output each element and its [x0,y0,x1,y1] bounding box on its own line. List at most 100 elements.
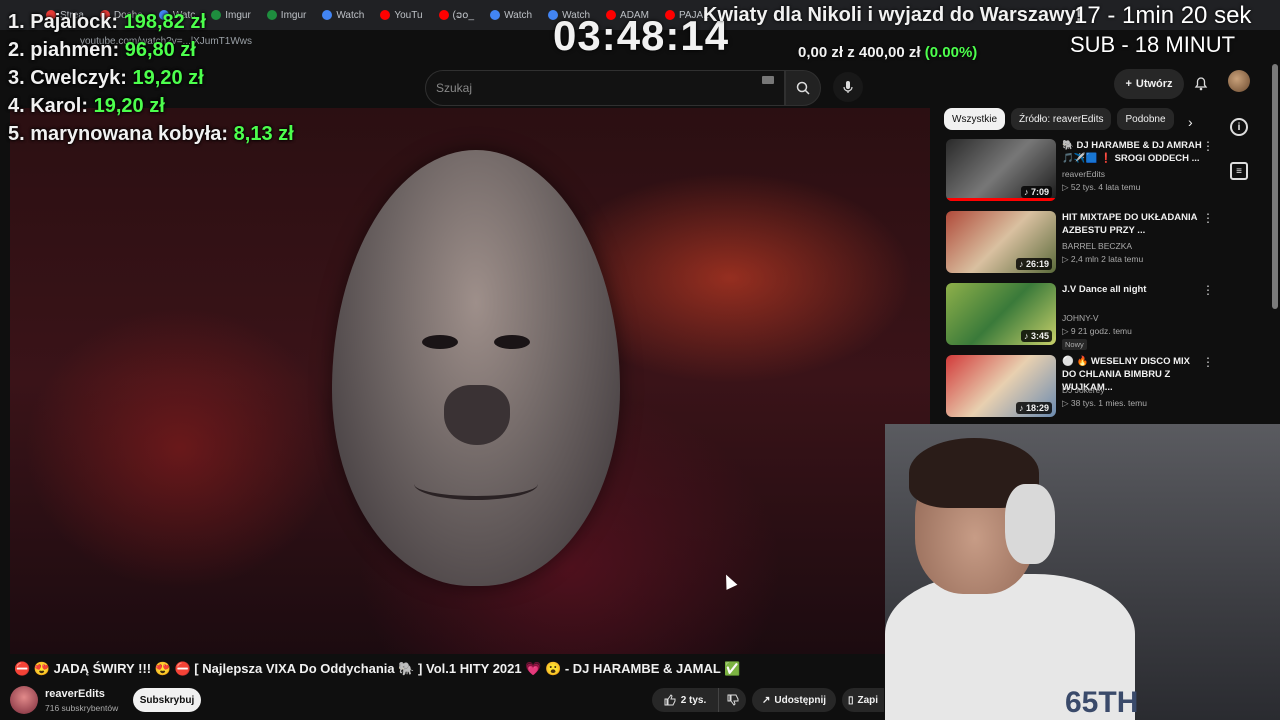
recommendation-channel[interactable]: BARREL BECZKA [1062,241,1132,251]
webcam-feed: 65TH [885,424,1280,720]
donor-amount: 198,82 zł [123,11,206,33]
donor-name: 1. Pajalock: [8,11,119,33]
mic-icon [843,81,853,93]
video-player[interactable] [10,108,930,654]
share-label: Udostępnij [774,694,827,706]
save-label: Zapi [857,694,879,706]
tab-label: YouTu [394,9,423,21]
more-vert-icon[interactable]: ⋮ [1202,355,1214,369]
like-count: 2 tys. [680,694,707,706]
donor-name: 5. marynowana kobyła: [8,123,229,145]
recommendation-meta: ▷ 9 21 godz. temu [1062,326,1132,336]
more-vert-icon[interactable]: ⋮ [1202,283,1214,297]
search-icon [796,81,810,95]
browser-tab[interactable]: YouTu [374,4,428,26]
video-duration: ♪ 3:45 [1020,330,1052,342]
dislike-button[interactable] [718,688,746,712]
video-duration: ♪ 7:09 [1020,186,1052,198]
recommendation-item[interactable]: ♪ 3:45 J.V Dance all night JOHNY-V ▷ 9 21 g… [946,283,1216,350]
create-label: Utwórz [1135,78,1173,90]
recommendation-channel[interactable]: JOHNY-V [1062,313,1099,323]
plus-icon: + [1125,78,1132,90]
recommendation-item[interactable]: ♪ 7:09 🐘 DJ HARAMBE & DJ AMRAH 🎵✈️🟦 ❗ SRO… [946,139,1216,205]
info-icon[interactable]: i [1230,118,1248,136]
search-button[interactable] [785,70,821,106]
sub-timer: SUB - 18 MINUT [1070,32,1236,57]
recommendation-channel[interactable]: reaverEdits [1062,169,1105,179]
tab-favicon-icon [438,10,449,20]
gorilla-nose [444,385,510,445]
subscribe-button[interactable]: Subskrybuj [133,688,201,712]
filter-chip[interactable]: Źródło: reaverEdits [1011,108,1112,130]
donor-name: 2. piahmen: [8,39,120,61]
more-vert-icon[interactable]: ⋮ [1202,139,1214,153]
thumbs-down-icon [727,694,738,706]
tab-label: (ວ໐_ [452,9,475,21]
recommendation-item[interactable]: ♪ 18:29 ⚪ 🔥 WESELNY DISCO MIX DO CHLANIA … [946,355,1216,421]
donation-leaderboard: 1. Pajalock: 198,82 zł 2. piahmen: 96,80 … [8,8,294,148]
recommendation-thumbnail[interactable]: ♪ 3:45 [946,283,1056,345]
leaderboard-row: 2. piahmen: 96,80 zł [8,36,294,64]
new-badge: Nowy [1062,339,1087,350]
donor-amount: 8,13 zł [233,123,294,145]
donor-amount: 19,20 zł [132,67,204,89]
scrollbar[interactable] [1272,64,1278,309]
recommendation-meta: ▷ 38 tys. 1 mies. temu [1062,398,1147,408]
donor-name: 3. Cwelczyk: [8,67,127,89]
watch-progress-bar [946,198,1056,201]
more-vert-icon[interactable]: ⋮ [1202,211,1214,225]
recommendation-meta: ▷ 52 tys. 4 lata temu [1062,182,1141,192]
voice-search-button[interactable] [833,72,863,102]
tab-favicon-icon [322,10,333,20]
leaderboard-row: 1. Pajalock: 198,82 zł [8,8,294,36]
bell-icon [1194,77,1208,91]
goal-amount: 0,00 zł z 400,00 zł [798,44,921,61]
keyboard-icon[interactable] [762,76,774,84]
share-button[interactable]: ↗ Udostępnij [752,688,836,712]
browser-tab[interactable]: Watch [484,4,538,26]
channel-name[interactable]: reaverEdits [45,688,105,700]
thumbs-up-icon [664,694,676,706]
notifications-button[interactable] [1190,72,1212,94]
goal-percent: (0.00%) [924,44,978,61]
recommendation-meta: ▷ 2,4 mln 2 lata temu [1062,254,1144,264]
video-title: ⛔ 😍 JADĄ ŚWIRY !!! 😍 ⛔ [ Najlepsza VIXA … [14,661,741,676]
recommendation-thumbnail[interactable]: ♪ 7:09 [946,139,1056,201]
like-button[interactable]: 2 tys. [652,688,718,712]
subscriber-count: 716 subskrybentów [45,703,119,713]
filter-chip[interactable]: Wszystkie [944,108,1005,130]
search-input[interactable]: Szukaj [425,70,785,106]
recommendation-item[interactable]: ♪ 26:19 HIT MIXTAPE DO UKŁADANIA AZBESTU … [946,211,1216,277]
video-duration: ♪ 26:19 [1015,258,1052,270]
countdown-ticker: 17 - 1min 20 sek [1074,2,1252,29]
recommendation-title[interactable]: 🐘 DJ HARAMBE & DJ AMRAH 🎵✈️🟦 ❗ SROGI ODD… [1062,139,1202,165]
browser-tab[interactable]: Watch [316,4,370,26]
donation-goal: 0,00 zł z 400,00 zł (0.00%) [798,44,977,61]
chat-icon[interactable]: ≡ [1230,162,1248,180]
goal-ticker: Kwiaty dla Nikoli i wyjazd do Warszawy! [703,4,1083,26]
recommendation-channel[interactable]: DJ Jokerey [1062,385,1105,395]
shirt-print: 65TH [1065,686,1139,719]
recommendation-title[interactable]: J.V Dance all night [1062,283,1202,296]
chevron-right-icon[interactable]: › [1188,114,1193,130]
leaderboard-row: 5. marynowana kobyła: 8,13 zł [8,120,294,148]
headset [1005,484,1055,564]
tab-label: Watch [336,9,365,21]
donor-amount: 96,80 zł [124,39,196,61]
tab-favicon-icon [380,10,391,20]
recommendation-thumbnail[interactable]: ♪ 18:29 [946,355,1056,417]
tab-label: Watch [504,9,533,21]
recommendation-thumbnail[interactable]: ♪ 26:19 [946,211,1056,273]
recommendation-title[interactable]: HIT MIXTAPE DO UKŁADANIA AZBESTU PRZY ..… [1062,211,1202,237]
filter-chips: Wszystkie Źródło: reaverEdits Podobne [944,108,1174,130]
gorilla-right-eye [494,335,530,349]
video-duration: ♪ 18:29 [1015,402,1052,414]
channel-avatar[interactable] [10,686,38,714]
donor-name: 4. Karol: [8,95,89,117]
save-button[interactable]: ▯ Zapi [842,688,884,712]
create-button[interactable]: + Utwórz [1114,69,1184,99]
filter-chip[interactable]: Podobne [1117,108,1174,130]
browser-tab[interactable]: (ວ໐_ [433,4,481,26]
account-avatar[interactable] [1228,70,1250,92]
share-icon: ↗ [761,694,771,706]
